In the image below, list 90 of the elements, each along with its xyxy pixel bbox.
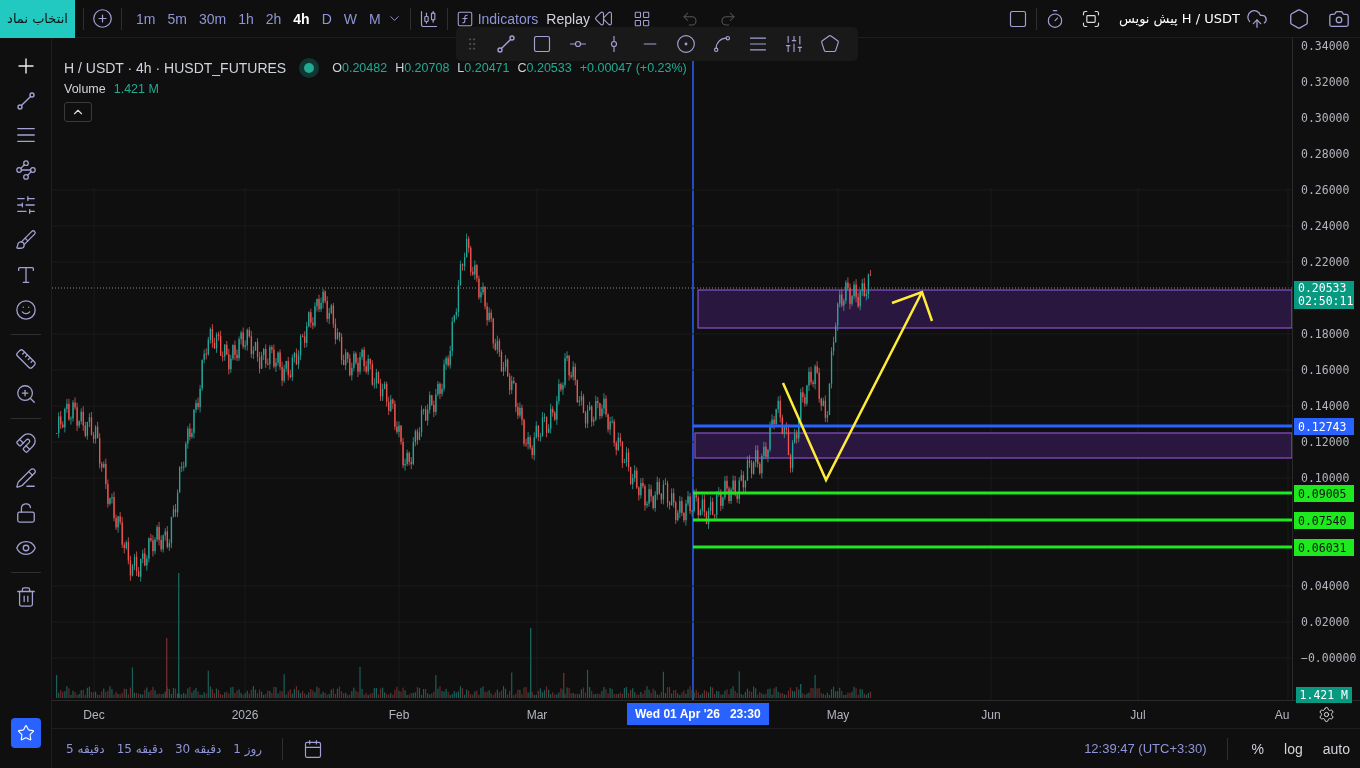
magnet-icon[interactable] xyxy=(14,432,37,454)
hexagon-icon[interactable] xyxy=(1288,7,1310,30)
smiley-icon[interactable] xyxy=(14,299,37,321)
rectangle-icon[interactable] xyxy=(532,34,552,54)
indicators-button[interactable]: Indicators xyxy=(473,10,543,27)
square-icon[interactable] xyxy=(1007,8,1028,29)
price-label: 0.10000 xyxy=(1301,471,1350,485)
time-label: Jun xyxy=(981,708,1001,722)
timeframe-tab[interactable]: 1h xyxy=(232,4,260,33)
circle-icon[interactable] xyxy=(676,34,696,54)
price-marker: 0.07540 xyxy=(1294,512,1354,529)
timeframe-tab[interactable]: 4h xyxy=(287,4,316,33)
settings-icon[interactable] xyxy=(1318,706,1335,723)
time-label: Au xyxy=(1274,708,1290,722)
sliders-icon[interactable] xyxy=(784,34,804,54)
trend-line-icon[interactable] xyxy=(496,34,516,54)
price-label: 0.12000 xyxy=(1301,435,1350,449)
pattern-icon[interactable] xyxy=(14,159,37,181)
price-label: 0.18000 xyxy=(1301,327,1350,341)
time-label: Jul xyxy=(1130,708,1146,722)
ohlc-value: C0.20533 xyxy=(517,61,572,75)
range-button[interactable]: 5 دقیقه xyxy=(66,741,105,756)
polyline-icon[interactable] xyxy=(712,34,732,54)
timeframe-tab[interactable]: 30m xyxy=(192,4,233,33)
fullscreen-icon[interactable] xyxy=(1080,8,1101,29)
sliders-icon[interactable] xyxy=(14,194,37,216)
unlock-icon[interactable] xyxy=(14,502,37,524)
time-label: Feb xyxy=(388,708,410,722)
volume-label: Volume xyxy=(64,82,106,96)
price-label: 0.02000 xyxy=(1301,615,1350,629)
log-toggle[interactable]: log xyxy=(1280,740,1307,757)
timeframe-tab[interactable]: M xyxy=(363,4,387,33)
price-label: 0.30000 xyxy=(1301,111,1350,125)
price-label: 0.04000 xyxy=(1301,579,1350,593)
cloud-upload-icon[interactable] xyxy=(1246,7,1268,30)
range-button[interactable]: 1 روز xyxy=(233,741,263,756)
trash-icon[interactable] xyxy=(14,586,37,608)
price-label: −0.00000 xyxy=(1301,651,1357,665)
rewind-icon[interactable] xyxy=(593,9,613,28)
clock: 12:39:47 (UTC+3:30) xyxy=(1084,741,1207,756)
ohlc-value: H0.20708 xyxy=(395,61,450,75)
price-label: 0.22000 xyxy=(1301,255,1350,269)
price-label: 0.14000 xyxy=(1301,399,1350,413)
price-label: 0.28000 xyxy=(1301,147,1350,161)
timeframe-tab[interactable]: 5m xyxy=(161,4,193,33)
favorites-button[interactable] xyxy=(10,718,41,748)
add-icon[interactable] xyxy=(92,8,113,29)
current-price-label: 0.20533 02:50:11 xyxy=(1294,281,1354,309)
range-button[interactable]: 15 دقیقه xyxy=(116,741,163,756)
auto-toggle[interactable]: auto xyxy=(1318,740,1354,757)
time-label: 2026 xyxy=(231,708,259,722)
price-label: 0.26000 xyxy=(1301,183,1350,197)
chart-title: H / USDT · 4h · HUSDT_FUTURES xyxy=(64,60,287,76)
function-icon[interactable] xyxy=(455,9,474,28)
range-button[interactable]: 30 دقیقه xyxy=(175,741,222,756)
ohlc-value: L0.20471 xyxy=(457,61,510,75)
price-label: 0.34000 xyxy=(1301,39,1350,53)
volume-marker: 1.421 M xyxy=(1295,687,1352,703)
price-change: +0.00047 (+0.23%) xyxy=(579,61,687,75)
price-marker: 0.12743 xyxy=(1294,418,1354,435)
ruler-icon[interactable] xyxy=(14,348,37,370)
crosshair-time-label: Wed 01 Apr '26 23:30 xyxy=(627,703,769,725)
ohlc-value: O0.20482 xyxy=(332,61,388,75)
time-label: Dec xyxy=(83,708,105,722)
calendar-icon[interactable] xyxy=(303,738,324,759)
timeframe-tab[interactable]: W xyxy=(337,4,363,33)
trend-line-icon[interactable] xyxy=(15,91,36,111)
price-marker: 0.09005 xyxy=(1294,485,1354,502)
layout-name[interactable]: پیش نویس H / USDT xyxy=(1118,11,1240,26)
candles-icon[interactable] xyxy=(418,8,439,29)
time-label: Mar xyxy=(526,708,548,722)
volume-value: 1.421 M xyxy=(113,82,159,96)
time-label: May xyxy=(826,708,850,722)
replay-button[interactable]: Replay xyxy=(542,10,594,27)
brush-icon[interactable] xyxy=(14,229,37,251)
price-label: 0.24000 xyxy=(1301,219,1350,233)
price-label: 0.32000 xyxy=(1301,75,1350,89)
timeframe-tab[interactable]: 2h xyxy=(259,4,288,33)
symbol-search-button[interactable]: انتخاب نماد xyxy=(0,0,75,38)
star-icon xyxy=(16,724,35,742)
timeframe-tab[interactable]: 1m xyxy=(130,4,162,33)
polygon-icon[interactable] xyxy=(820,34,840,54)
price-marker: 0.06031 xyxy=(1294,539,1354,556)
zoom-in-icon[interactable] xyxy=(14,383,37,405)
grid-icon[interactable] xyxy=(632,9,651,28)
percent-toggle[interactable]: % xyxy=(1247,740,1269,757)
pencil-icon[interactable] xyxy=(14,467,37,489)
price-label: 0.16000 xyxy=(1301,363,1350,377)
timeframe-tab[interactable]: D xyxy=(315,4,338,33)
collapse-button[interactable] xyxy=(64,102,92,122)
